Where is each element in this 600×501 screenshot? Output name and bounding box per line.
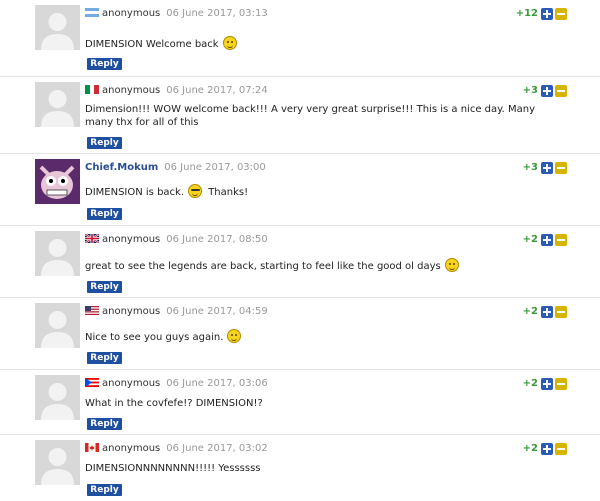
- comment-author[interactable]: anonymous: [102, 306, 160, 317]
- comment-body: DIMENSION Welcome back: [85, 36, 555, 51]
- comment-score: +3: [522, 85, 538, 96]
- canada-flag-icon: [85, 443, 99, 452]
- comment-body: DIMENSIONNNNNNNN!!!!! Yessssss: [85, 463, 261, 474]
- downvote-icon[interactable]: [555, 85, 567, 97]
- downvote-icon[interactable]: [555, 378, 567, 390]
- comment-date: 06 June 2017, 03:02: [166, 443, 268, 454]
- comment-author[interactable]: anonymous: [102, 8, 160, 19]
- upvote-icon[interactable]: [541, 8, 553, 20]
- comment-text: DIMENSION Welcome back: [85, 39, 219, 50]
- upvote-icon[interactable]: [541, 162, 553, 174]
- downvote-icon[interactable]: [555, 8, 567, 20]
- downvote-icon[interactable]: [555, 234, 567, 246]
- comment: anonymous 06 June 2017, 03:02 +2 DIMENSIO…: [0, 434, 600, 501]
- comment-date: 06 June 2017, 07:24: [166, 85, 268, 96]
- comment-header: Chief.Mokum 06 June 2017, 03:00: [85, 162, 266, 174]
- avatar-placeholder: [35, 5, 80, 50]
- smile-emoji-icon: [227, 329, 242, 343]
- comment-header: anonymous 06 June 2017, 03:02: [85, 443, 268, 455]
- avatar-placeholder: [35, 82, 80, 127]
- grin-emoji-icon: [222, 36, 237, 50]
- comment-author[interactable]: anonymous: [102, 443, 160, 454]
- comment-header: anonymous 06 June 2017, 03:13: [85, 8, 268, 20]
- uk-flag-icon: [85, 234, 99, 243]
- comment: anonymous 06 June 2017, 08:50 +2 great to…: [0, 225, 600, 298]
- comment-date: 06 June 2017, 08:50: [166, 234, 268, 245]
- downvote-icon[interactable]: [555, 162, 567, 174]
- comment-text: DIMENSION is back.: [85, 187, 185, 198]
- comment: anonymous 06 June 2017, 04:59 +2 Nice to …: [0, 297, 600, 370]
- comment-date: 06 June 2017, 03:00: [164, 162, 266, 173]
- reply-button[interactable]: Reply: [87, 58, 122, 70]
- comment-author[interactable]: Chief.Mokum: [85, 162, 158, 173]
- downvote-icon[interactable]: [555, 306, 567, 318]
- upvote-icon[interactable]: [541, 234, 553, 246]
- comment-score: +12: [515, 8, 538, 19]
- comment-body: What in the covfefe!? DIMENSION!?: [85, 398, 263, 409]
- italy-flag-icon: [85, 85, 99, 94]
- comment-author[interactable]: anonymous: [102, 378, 160, 389]
- comment-date: 06 June 2017, 03:13: [166, 8, 268, 19]
- reply-button[interactable]: Reply: [87, 208, 122, 220]
- puerto-rico-flag-icon: [85, 378, 99, 387]
- comment-score: +3: [522, 162, 538, 173]
- upvote-icon[interactable]: [541, 378, 553, 390]
- avatar-placeholder: [35, 231, 80, 276]
- reply-button[interactable]: Reply: [87, 352, 122, 364]
- cool-sunglasses-emoji-icon: [188, 184, 203, 198]
- comment-text: Nice to see you guys again.: [85, 332, 224, 343]
- reply-button[interactable]: Reply: [87, 137, 122, 149]
- downvote-icon[interactable]: [555, 443, 567, 455]
- reply-button[interactable]: Reply: [87, 418, 122, 430]
- comment: anonymous 06 June 2017, 07:24 +3 Dimensio…: [0, 76, 600, 154]
- smile-emoji-icon: [444, 258, 459, 272]
- comment-score: +2: [522, 234, 538, 245]
- comment-header: anonymous 06 June 2017, 04:59: [85, 306, 268, 318]
- comment-score: +2: [522, 443, 538, 454]
- argentina-flag-icon: [85, 8, 99, 17]
- avatar-placeholder: [35, 440, 80, 485]
- comment-score: +2: [522, 378, 538, 389]
- upvote-icon[interactable]: [541, 85, 553, 97]
- reply-button[interactable]: Reply: [87, 484, 122, 496]
- comment: anonymous 06 June 2017, 03:13 +12 DIMENSI…: [0, 0, 600, 75]
- comment-text-suffix: Thanks!: [208, 187, 249, 198]
- comment-header: anonymous 06 June 2017, 07:24: [85, 85, 268, 97]
- us-flag-icon: [85, 306, 99, 315]
- comment-author[interactable]: anonymous: [102, 234, 160, 245]
- comment-body: Dimension!!! WOW welcome back!!! A very …: [85, 104, 535, 128]
- reply-button[interactable]: Reply: [87, 281, 122, 293]
- comment-body: DIMENSION is back. Thanks!: [85, 184, 555, 199]
- avatar-placeholder: [35, 375, 80, 420]
- comment: Chief.Mokum 06 June 2017, 03:00 +3 DIMENS…: [0, 153, 600, 226]
- upvote-icon[interactable]: [541, 443, 553, 455]
- comment-body: Nice to see you guys again.: [85, 329, 555, 344]
- user-avatar-image[interactable]: [35, 159, 80, 204]
- comment-text: great to see the legends are back, start…: [85, 261, 441, 272]
- comment: anonymous 06 June 2017, 03:06 +2 What in …: [0, 369, 600, 435]
- upvote-icon[interactable]: [541, 306, 553, 318]
- comment-header: anonymous 06 June 2017, 08:50: [85, 234, 268, 246]
- comment-header: anonymous 06 June 2017, 03:06: [85, 378, 268, 390]
- avatar-placeholder: [35, 303, 80, 348]
- comment-date: 06 June 2017, 03:06: [166, 378, 268, 389]
- comment-score: +2: [522, 306, 538, 317]
- comment-author[interactable]: anonymous: [102, 85, 160, 96]
- comment-date: 06 June 2017, 04:59: [166, 306, 268, 317]
- comment-body: great to see the legends are back, start…: [85, 258, 555, 273]
